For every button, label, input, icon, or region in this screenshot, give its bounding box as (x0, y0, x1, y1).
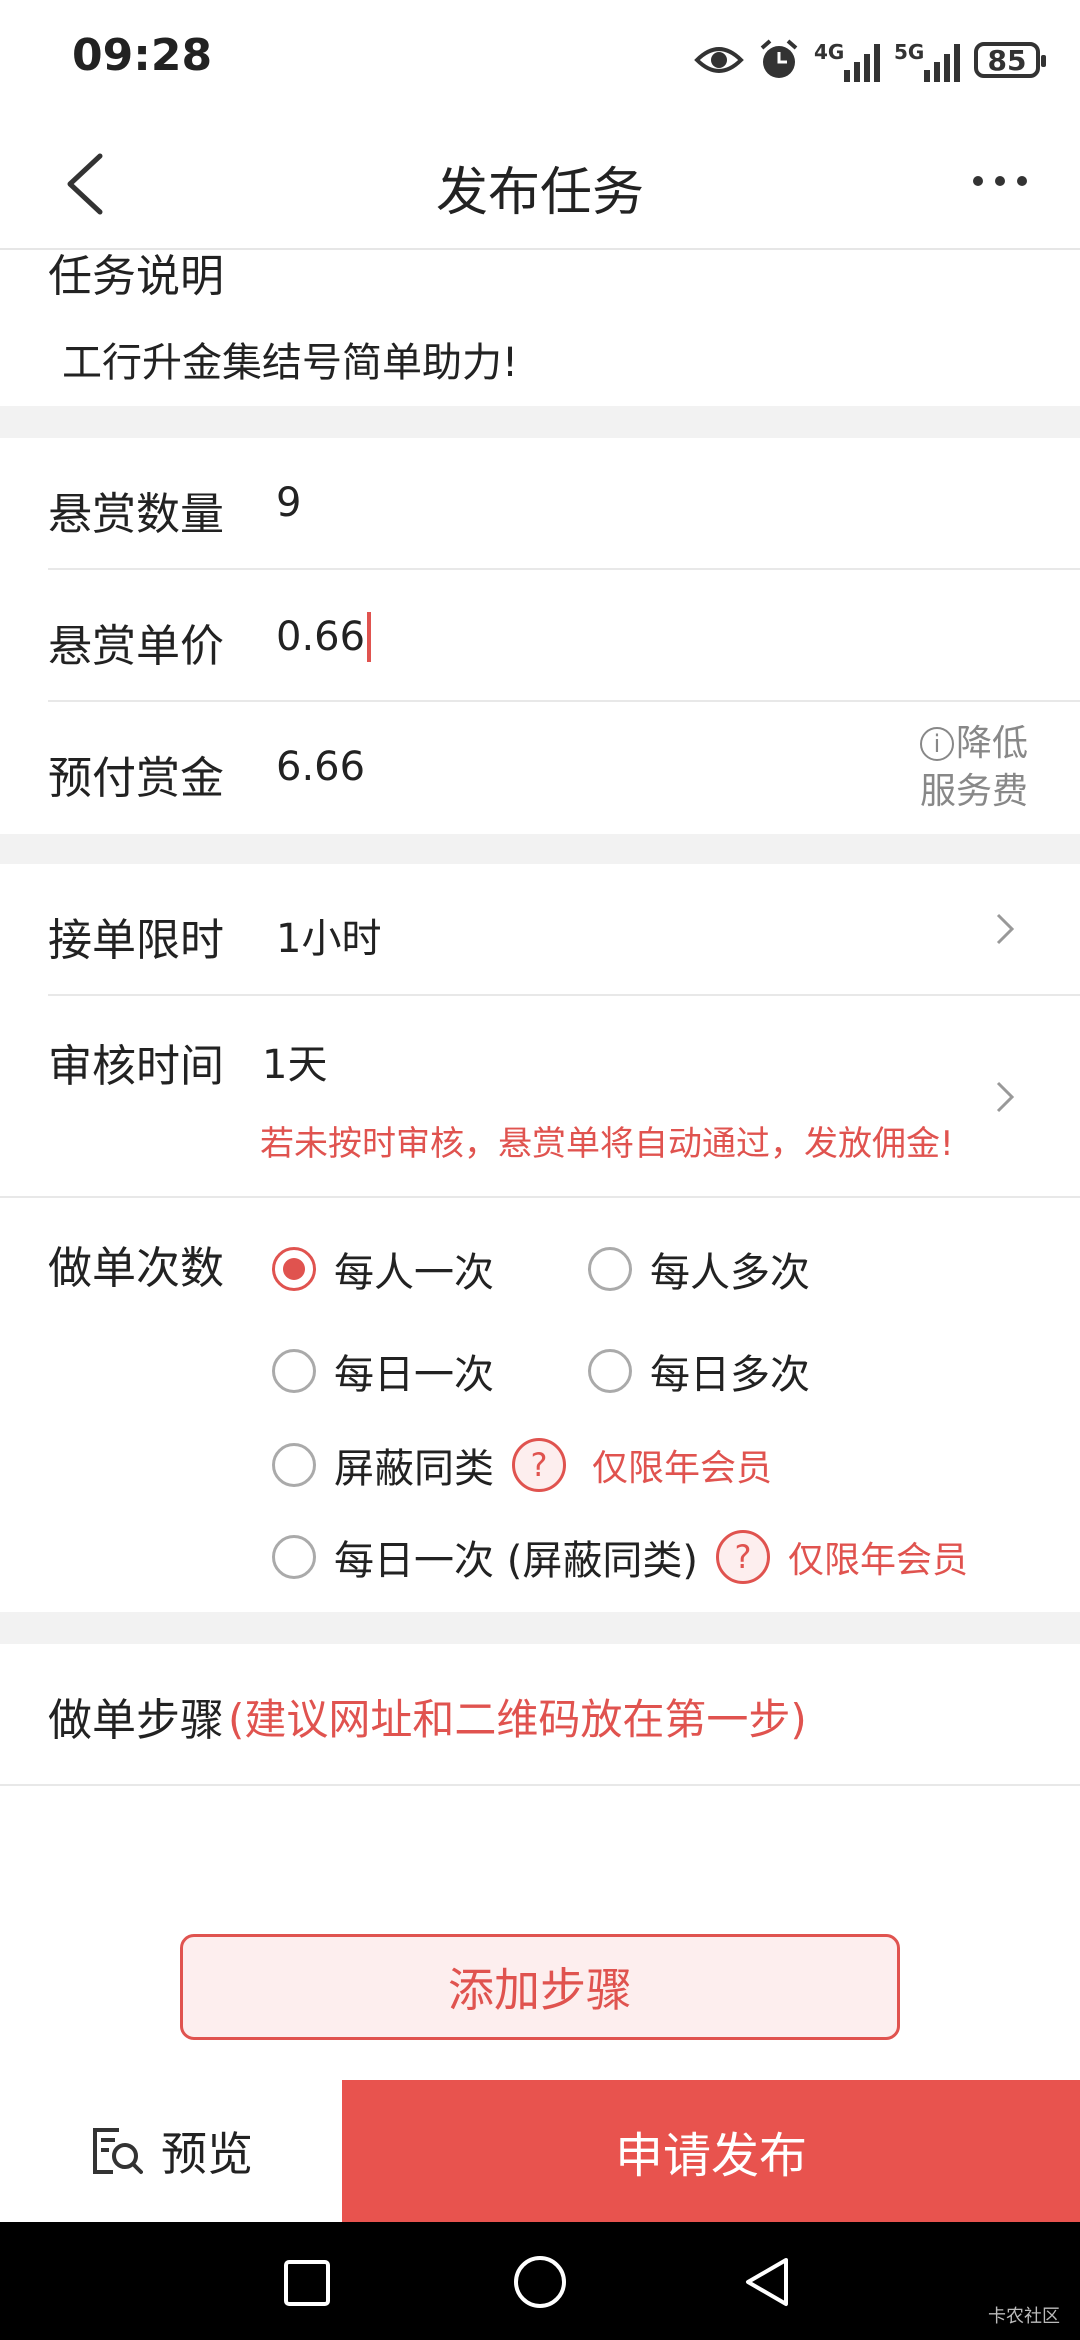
frequency-label: 做单次数 (48, 1243, 224, 1294)
accept-time-limit-label: 接单限时 (48, 915, 224, 966)
accept-time-limit-row[interactable]: 接单限时 1小时 (0, 864, 1080, 994)
option-daily-once-block-similar[interactable]: 每日一次 (屏蔽同类) ? 仅限年会员 (272, 1528, 968, 1586)
steps-hint: (建议网址和二维码放在第一步) (228, 1694, 807, 1744)
preview-icon (93, 2128, 143, 2174)
info-icon: i (920, 727, 954, 761)
bottom-action-bar: 预览 申请发布 (0, 2080, 1080, 2222)
reward-price-input[interactable]: 0.66 (276, 612, 372, 662)
option-label: 每人一次 (334, 1250, 494, 1296)
text-cursor (367, 612, 372, 662)
option-label: 屏蔽同类 (334, 1446, 494, 1492)
task-description-label: 任务说明 (48, 251, 224, 302)
status-icons: 4G 5G 85 (694, 30, 1046, 90)
divider (0, 1784, 1080, 1786)
radio-unselected (272, 1535, 316, 1579)
add-step-button[interactable]: 添加步骤 (180, 1934, 900, 2040)
help-icon[interactable]: ? (715, 1530, 770, 1584)
member-only-label: 仅限年会员 (592, 1448, 773, 1489)
back-nav-icon[interactable] (742, 2256, 792, 2308)
status-bar: 09:28 4G 5G 85 (0, 0, 1080, 120)
divider (48, 700, 1080, 702)
option-each-multiple[interactable]: 每人多次 (588, 1240, 810, 1298)
prepay-label: 预付赏金 (48, 753, 224, 804)
option-block-similar[interactable]: 屏蔽同类 ? 仅限年会员 (272, 1436, 772, 1494)
section-gap (0, 1612, 1080, 1644)
reduce-fee-line1: 降低 (956, 723, 1029, 764)
accept-time-limit-value: 1小时 (276, 916, 382, 962)
reward-price-value: 0.66 (276, 614, 366, 660)
frequency-section: 做单次数 每人一次 每人多次 每日一次 每日多次 屏蔽同类 ? 仅限年会员 每日… (0, 1198, 1080, 1610)
reward-section: 悬赏数量 9 悬赏单价 0.66 预付赏金 6.66 i 降低 服务费 (0, 438, 1080, 834)
status-time: 09:28 (72, 30, 213, 81)
watermark: 卡农社区 (988, 2306, 1060, 2327)
review-time-row[interactable]: 审核时间 1天 若未按时审核，悬赏单将自动通过，发放佣金! (0, 996, 1080, 1198)
recent-apps-icon[interactable] (282, 2258, 332, 2308)
reduce-fee-link[interactable]: i 降低 服务费 (920, 720, 1050, 816)
option-label: 每日一次 (屏蔽同类) (334, 1538, 698, 1584)
more-icon[interactable] (970, 166, 1030, 196)
signal-4g-icon: 4G (814, 38, 880, 82)
radio-unselected (588, 1349, 632, 1393)
system-nav-bar: 卡农社区 (0, 2222, 1080, 2340)
radio-unselected (272, 1349, 316, 1393)
preview-label: 预览 (161, 2127, 253, 2181)
review-time-label: 审核时间 (48, 1041, 224, 1092)
option-daily-multiple[interactable]: 每日多次 (588, 1342, 810, 1400)
reward-price-label: 悬赏单价 (48, 621, 224, 672)
option-daily-once[interactable]: 每日一次 (272, 1342, 494, 1400)
prepay-value: 6.66 (276, 744, 366, 790)
section-gap (0, 406, 1080, 438)
reward-count-input[interactable]: 9 (276, 480, 301, 526)
option-label: 每人多次 (650, 1250, 810, 1296)
page-title: 发布任务 (435, 163, 644, 223)
steps-label: 做单步骤 (48, 1695, 224, 1746)
battery-icon: 85 (974, 42, 1046, 78)
option-label: 每日一次 (334, 1352, 494, 1398)
section-gap (0, 834, 1080, 864)
steps-header: 做单步骤 (建议网址和二维码放在第一步) (48, 1684, 807, 1748)
option-label: 每日多次 (650, 1352, 810, 1398)
review-notice: 若未按时审核，悬赏单将自动通过，发放佣金! (260, 1124, 954, 1164)
option-each-once[interactable]: 每人一次 (272, 1240, 494, 1298)
submit-publish-button[interactable]: 申请发布 (342, 2080, 1080, 2222)
steps-section: 做单步骤 (建议网址和二维码放在第一步) (0, 1644, 1080, 1784)
app-header: 发布任务 (0, 120, 1080, 250)
radio-unselected (588, 1247, 632, 1291)
radio-selected (272, 1247, 316, 1291)
member-only-label: 仅限年会员 (787, 1540, 968, 1581)
time-section: 接单限时 1小时 审核时间 1天 若未按时审核，悬赏单将自动通过，发放佣金! (0, 864, 1080, 1198)
chevron-right-icon (996, 913, 1015, 945)
eye-icon (694, 47, 744, 73)
preview-button[interactable]: 预览 (0, 2080, 342, 2222)
alarm-icon (760, 39, 798, 78)
review-time-value: 1天 (262, 1042, 328, 1088)
task-description-text[interactable]: 工行升金集结号简单助力! (62, 330, 518, 388)
task-description-section: 任务说明 工行升金集结号简单助力! (0, 250, 1080, 406)
home-icon[interactable] (512, 2254, 568, 2310)
radio-unselected (272, 1443, 316, 1487)
signal-5g-icon: 5G (894, 38, 960, 82)
chevron-right-icon (996, 1081, 1015, 1113)
help-icon[interactable]: ? (512, 1438, 566, 1492)
reward-count-label: 悬赏数量 (48, 489, 224, 540)
divider (48, 568, 1080, 570)
reduce-fee-line2: 服务费 (920, 771, 1029, 812)
